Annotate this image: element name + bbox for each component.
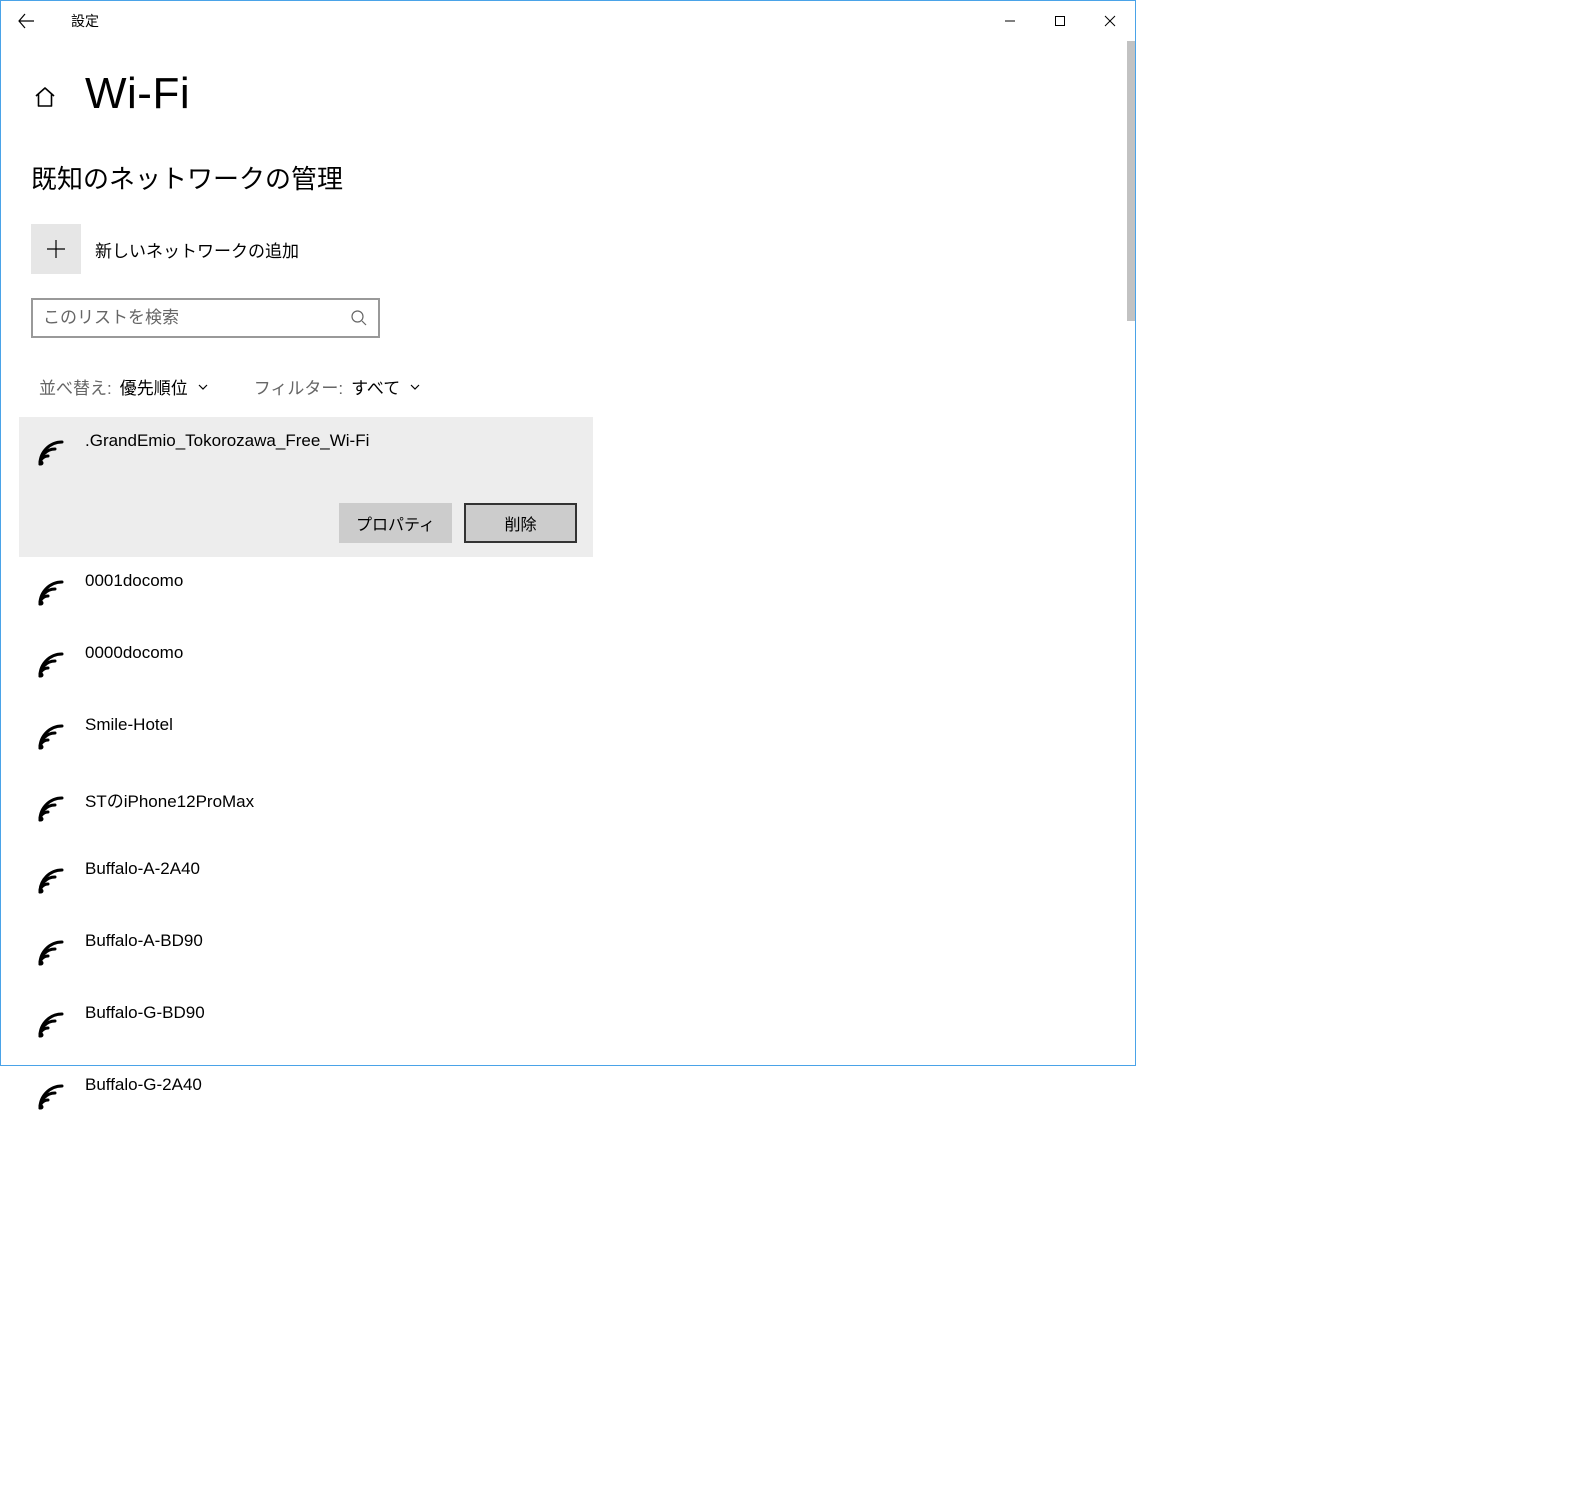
back-button[interactable] — [1, 1, 51, 41]
maximize-icon — [1054, 15, 1066, 27]
network-name: Buffalo-G-2A40 — [85, 1073, 202, 1095]
back-arrow-icon — [17, 12, 35, 30]
network-item[interactable]: Buffalo-G-BD90 — [19, 989, 593, 1061]
minimize-icon — [1004, 15, 1016, 27]
scrollbar[interactable] — [1127, 41, 1135, 321]
network-name: 0001docomo — [85, 569, 183, 591]
network-item[interactable]: STのiPhone12ProMax — [19, 773, 593, 845]
network-row: Buffalo-G-2A40 — [33, 1073, 577, 1121]
network-name: STのiPhone12ProMax — [85, 785, 254, 812]
wifi-icon — [33, 435, 69, 471]
wifi-icon — [33, 575, 69, 611]
network-name: Buffalo-A-BD90 — [85, 929, 203, 951]
add-network-label: 新しいネットワークの追加 — [95, 237, 299, 262]
network-row: 0000docomo — [33, 641, 577, 689]
section-title: 既知のネットワークの管理 — [31, 159, 1105, 196]
network-item[interactable]: Buffalo-A-2A40 — [19, 845, 593, 917]
page-header: Wi-Fi — [31, 69, 1105, 119]
network-item[interactable]: Buffalo-G-2A40 — [19, 1061, 593, 1133]
sort-dropdown[interactable]: 並べ替え: 優先順位 — [39, 374, 210, 399]
forget-button[interactable]: 削除 — [464, 503, 577, 543]
add-icon-box — [31, 224, 81, 274]
minimize-button[interactable] — [985, 1, 1035, 41]
chevron-down-icon — [408, 380, 422, 394]
network-row: 0001docomo — [33, 569, 577, 617]
add-network-button[interactable]: 新しいネットワークの追加 — [31, 224, 1105, 274]
chevron-down-icon — [196, 380, 210, 394]
network-row: Buffalo-A-2A40 — [33, 857, 577, 905]
titlebar: 設定 — [1, 1, 1135, 41]
wifi-icon — [33, 1007, 69, 1043]
network-row: STのiPhone12ProMax — [33, 785, 577, 833]
network-row: Buffalo-G-BD90 — [33, 1001, 577, 1049]
window-controls — [985, 1, 1135, 41]
wifi-icon — [33, 1079, 69, 1115]
network-item[interactable]: Smile-Hotel — [19, 701, 593, 773]
home-icon — [33, 85, 57, 109]
wifi-icon — [33, 791, 69, 827]
wifi-icon — [33, 863, 69, 899]
network-name: .GrandEmio_Tokorozawa_Free_Wi-Fi — [85, 429, 369, 451]
filter-label: フィルター: — [254, 374, 343, 399]
sort-value: 優先順位 — [120, 374, 188, 399]
search-input[interactable] — [43, 308, 350, 328]
network-row: Buffalo-A-BD90 — [33, 929, 577, 977]
search-icon-button[interactable] — [350, 309, 368, 327]
filter-dropdown[interactable]: フィルター: すべて — [254, 374, 423, 399]
wifi-icon — [33, 647, 69, 683]
network-row: Smile-Hotel — [33, 713, 577, 761]
search-box[interactable] — [31, 298, 380, 338]
network-item[interactable]: Buffalo-A-BD90 — [19, 917, 593, 989]
close-icon — [1104, 15, 1116, 27]
filter-row: 並べ替え: 優先順位 フィルター: すべて — [31, 374, 1105, 399]
maximize-button[interactable] — [1035, 1, 1085, 41]
network-row: .GrandEmio_Tokorozawa_Free_Wi-Fi — [33, 429, 577, 477]
network-item[interactable]: 0001docomo — [19, 557, 593, 629]
network-item[interactable]: 0000docomo — [19, 629, 593, 701]
content-area: Wi-Fi 既知のネットワークの管理 新しいネットワークの追加 並べ替え: 優先… — [1, 69, 1135, 1133]
close-button[interactable] — [1085, 1, 1135, 41]
filter-value: すべて — [351, 374, 400, 399]
network-name: Buffalo-G-BD90 — [85, 1001, 205, 1023]
network-name: 0000docomo — [85, 641, 183, 663]
plus-icon — [45, 238, 67, 260]
network-name: Buffalo-A-2A40 — [85, 857, 200, 879]
sort-label: 並べ替え: — [39, 374, 112, 399]
app-title: 設定 — [71, 11, 99, 31]
properties-button[interactable]: プロパティ — [339, 503, 452, 543]
home-button[interactable] — [31, 83, 59, 111]
network-actions: プロパティ 削除 — [33, 503, 577, 543]
search-icon — [350, 309, 368, 327]
wifi-icon — [33, 935, 69, 971]
network-name: Smile-Hotel — [85, 713, 173, 735]
network-list: .GrandEmio_Tokorozawa_Free_Wi-Fi プロパティ 削… — [19, 417, 1105, 1133]
page-title: Wi-Fi — [85, 69, 190, 119]
network-item[interactable]: .GrandEmio_Tokorozawa_Free_Wi-Fi プロパティ 削… — [19, 417, 593, 557]
wifi-icon — [33, 719, 69, 755]
